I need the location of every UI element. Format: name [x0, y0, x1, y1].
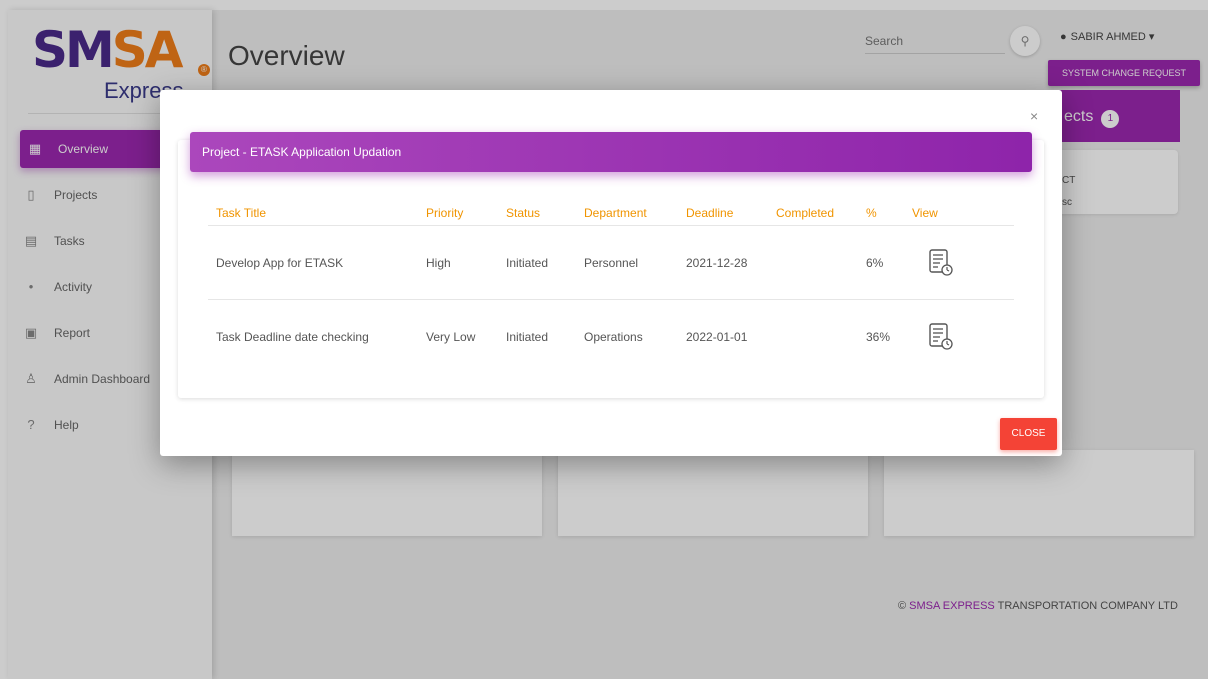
column-header-status: Status [506, 205, 541, 220]
task-deadline: 2021-12-28 [686, 255, 748, 270]
column-header-task-title: Task Title [216, 205, 267, 220]
task-status: Initiated [506, 255, 549, 270]
project-tasks-modal: × Project - ETASK Application Updation T… [160, 90, 1062, 456]
column-header-completed: Completed [776, 205, 835, 220]
table-row: Develop App for ETASK High Initiated Per… [208, 226, 1014, 300]
task-percent: 36% [866, 330, 891, 344]
column-header-priority: Priority [426, 205, 464, 220]
task-department: Personnel [584, 255, 639, 270]
table-header-row: Task Title Priority Status Department De… [208, 200, 1014, 226]
close-icon[interactable]: × [1030, 108, 1038, 124]
task-percent: 6% [866, 255, 884, 270]
task-document-icon [929, 323, 953, 350]
column-header-department: Department [584, 205, 647, 220]
task-document-icon [929, 248, 953, 276]
tasks-table: Task Title Priority Status Department De… [208, 200, 1014, 374]
view-task-button[interactable] [912, 323, 972, 351]
task-deadline: 2022-01-01 [686, 330, 748, 344]
task-title: Task Deadline date checking [216, 330, 369, 344]
task-department: Operations [584, 330, 643, 344]
task-priority: High [426, 255, 451, 270]
column-header-view: View [912, 205, 938, 220]
table-row: Task Deadline date checking Very Low Ini… [208, 300, 1014, 374]
task-status: Initiated [506, 330, 549, 344]
task-priority: Very Low [426, 330, 476, 344]
close-button[interactable]: CLOSE [1000, 418, 1057, 450]
project-header: Project - ETASK Application Updation [190, 132, 1032, 172]
view-task-button[interactable] [912, 248, 972, 277]
column-header-deadline: Deadline [686, 205, 734, 220]
column-header-percent: % [866, 205, 877, 220]
task-title: Develop App for ETASK [216, 255, 344, 270]
